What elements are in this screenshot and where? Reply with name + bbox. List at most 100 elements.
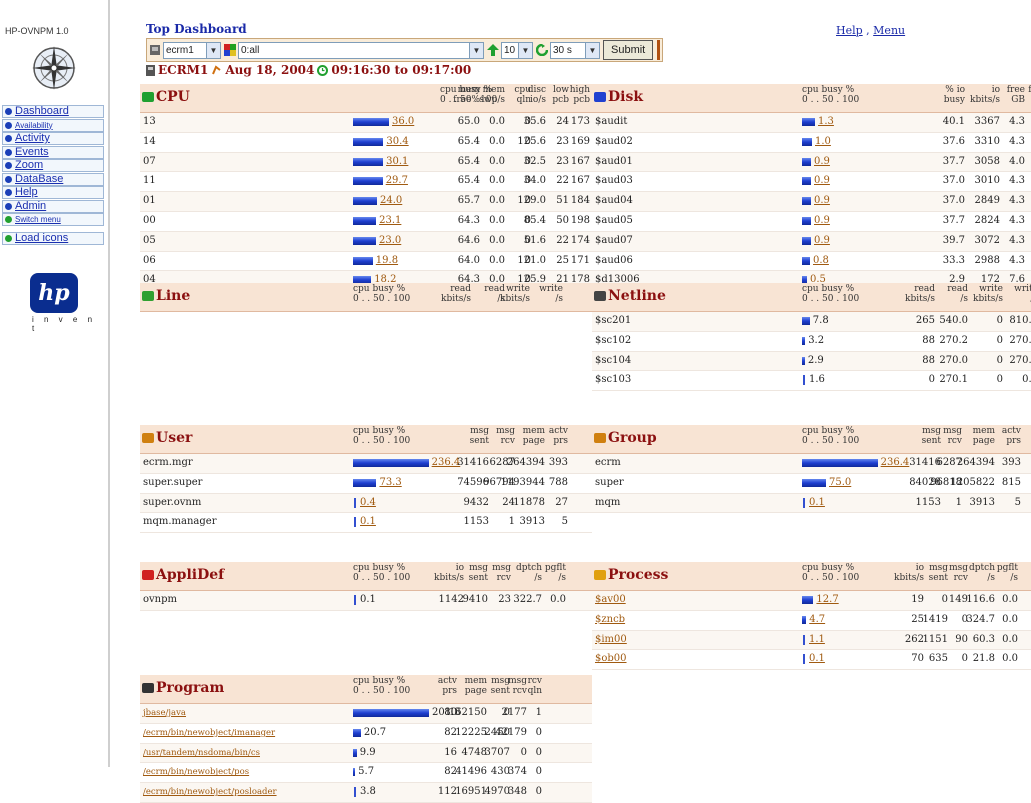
table-row[interactable]: /ecrm/bin/newobject/pos 5.7 82 41496 430 374 0 [140,763,592,784]
cpu-busy-value[interactable]: 36.0 [392,113,414,131]
row-name[interactable]: $av00 [595,591,626,609]
cpu-busy-value[interactable]: 236.4 [881,454,910,472]
cpu-busy-value[interactable]: 4.7 [809,611,825,629]
submit-button[interactable]: Submit [603,40,654,60]
cpu-busy-value[interactable]: 73.3 [379,474,401,492]
cpu-busy-value[interactable]: 0.9 [814,212,830,230]
table-row[interactable]: /ecrm/bin/newobject/posloader 3.8 112 16951… [140,783,592,803]
sidebar-item-admin[interactable]: Admin [2,199,104,213]
cpu-busy-value[interactable]: 0.1 [809,650,825,668]
sidebar-item-load-icons[interactable]: Load icons [2,232,104,245]
table-row[interactable]: super.super 73.3 74596 96794 1193944 788 [140,474,592,494]
sidebar-item-zoom[interactable]: Zoom [2,159,104,172]
interval-select[interactable]: 30 s ▼ [550,41,600,59]
row-name[interactable]: /ecrm/bin/newobject/pos [143,763,249,781]
cpu-busy-value[interactable]: 24.0 [380,192,402,210]
table-row[interactable]: $im00 1.1 262 1151 90 60.3 0.0 [592,630,1031,651]
cpu-busy-bar [802,459,878,467]
cpu-busy-bar [802,177,811,186]
row-cell: 50 [556,214,569,226]
row-cell: 0 [996,374,1003,386]
table-row[interactable]: 00 23.1 64.3 0.0 0 85.4 50 198 [140,212,592,232]
row-name[interactable]: /ecrm/bin/newobject/posloader [143,783,277,801]
sidebar-item-switch-menu[interactable]: Switch menu [2,213,104,226]
table-row[interactable]: $ob00 0.1 70 635 0 21.8 0.0 [592,650,1031,671]
table-row[interactable]: $aud060.833.329884.343999 [592,252,1031,272]
table-row[interactable]: $sc102 3.2 88 270.2 0 270.1 [592,332,1031,352]
table-row[interactable]: $zncb 4.7 25 1419 0 324.7 0.0 [592,611,1031,631]
table-row[interactable]: $aud010.937.730584.0153999 [592,152,1031,173]
cpu-busy-value[interactable]: 29.7 [386,172,408,190]
table-row[interactable]: $aud050.937.728244.343999 [592,212,1031,232]
cpu-busy-value[interactable]: 1.1 [809,631,825,649]
cpu-busy-value[interactable]: 0.1 [360,513,376,531]
sidebar-item-database[interactable]: DataBase [2,172,104,186]
table-row[interactable]: super 75.0 84028 96818 1205822 815 [592,474,1031,494]
table-row[interactable]: $sc201 7.8 265 540.0 0 810.0 [592,312,1031,332]
cpu-busy-value[interactable]: 30.1 [386,153,408,171]
system-select[interactable]: ecrm1 ▼ [163,41,221,59]
cpu-busy-value[interactable]: 19.8 [376,252,398,270]
row-name[interactable]: $zncb [595,611,625,629]
table-row[interactable]: 06 19.8 64.0 0.0 0 121.0 25 171 [140,252,592,272]
sidebar-item-help[interactable]: Help [2,186,104,199]
table-row[interactable]: $aud021.037.633104.343999 [592,133,1031,153]
table-row[interactable]: mqm 0.1 1153 1 3913 5 [592,493,1031,514]
table-row[interactable]: $sc104 2.9 88 270.0 0 270.0 [592,351,1031,372]
cpu-select[interactable]: 0:all ▼ [238,41,484,59]
sidebar-item-activity[interactable]: Activity [2,132,104,145]
cpu-busy-value[interactable]: 75.0 [829,474,851,492]
cpu-busy-value[interactable]: 30.4 [386,133,408,151]
cpu-busy-value[interactable]: 236.4 [432,454,461,472]
menu-link[interactable]: Menu [873,24,905,37]
table-row[interactable]: /ecrm/bin/newobject/imanager 20.7 82 12225 2… [140,724,592,744]
column-header: dptch/s [516,563,542,583]
table-row[interactable]: super.ovnm 0.4 9432 24 11878 27 [140,493,592,514]
sidebar-item-availability[interactable]: Availability [2,118,104,132]
cpu-busy-value[interactable]: 0.8 [813,252,829,270]
row-name[interactable]: /usr/tandem/nsdoma/bin/cs [143,744,260,762]
table-row[interactable]: $audit1.340.133674.342000 [592,113,1031,133]
cpu-busy-value[interactable]: 0.9 [814,232,830,250]
sidebar-item-dashboard[interactable]: Dashboard [2,105,104,118]
cpu-busy-value[interactable]: 0.9 [814,153,830,171]
table-row[interactable]: ovnpm 0.1 1142 9410 23 322.7 0.0 [140,591,592,611]
top-count-select[interactable]: 10 ▼ [501,41,533,59]
cpu-busy-value[interactable]: 0.4 [360,494,376,512]
help-link[interactable]: Help [836,24,863,37]
cpu-busy-tick [803,654,805,665]
cpu-busy-value[interactable]: 23.1 [379,212,401,230]
table-row[interactable]: $aud070.939.730724.343999 [592,231,1031,252]
column-header-line: sent [468,573,488,583]
table-row[interactable]: mqm.manager 0.1 1153 1 3913 5 [140,513,592,534]
row-cell: 1153 [915,496,941,508]
table-row[interactable]: $aud030.937.030104.334000 [592,172,1031,193]
table-row[interactable]: 14 30.4 65.4 0.0 0 125.6 23 169 [140,133,592,153]
table-row[interactable]: 07 30.1 65.4 0.0 0 32.5 23 167 [140,152,592,173]
table-row[interactable]: $av00 12.7 19 0 149 116.6 0.0 [592,591,1031,611]
table-row[interactable]: /usr/tandem/nsdoma/bin/cs 9.9 16 4748 3707 0 0 [140,743,592,764]
table-row[interactable]: $aud040.937.028494.334000 [592,192,1031,212]
table-row[interactable]: 13 36.0 65.0 0.0 0 35.6 24 173 [140,113,592,133]
cpu-busy-value[interactable]: 0.1 [809,494,825,512]
cpu-busy-value[interactable]: 12.7 [816,591,838,609]
table-row[interactable]: ecrm.mgr 236.4 31416 6287 264394 393 [140,454,592,474]
row-name[interactable]: $im00 [595,631,627,649]
sidebar-item-events[interactable]: Events [2,145,104,159]
table-row[interactable]: 05 23.0 64.6 0.0 0 51.6 22 174 [140,231,592,252]
table-row[interactable]: ecrm 236.4 31416 6287 264394 393 [592,454,1031,474]
cpu-busy-value[interactable]: 23.0 [379,232,401,250]
cpu-busy-value[interactable]: 0.9 [814,172,830,190]
table-row[interactable]: 01 24.0 65.7 0.0 0 129.0 51 184 [140,192,592,212]
row-name[interactable]: $ob00 [595,650,627,668]
row-cell: 0.0 [1002,613,1018,625]
cpu-busy-value[interactable]: 1.0 [815,133,831,151]
row-name[interactable]: /ecrm/bin/newobject/imanager [143,724,275,742]
cpu-busy-value[interactable]: 0.9 [814,192,830,210]
table-row[interactable]: jbase/java 201.3 80 162150 0 2177 1 [140,704,592,724]
table-row[interactable]: $sc103 1.6 0 270.1 0 0.0 [592,371,1031,392]
cpu-busy-value[interactable]: 1.3 [818,113,834,131]
table-row[interactable]: 11 29.7 65.4 0.0 0 34.0 22 167 [140,172,592,193]
panel-rows: $sc201 7.8 265 540.0 0 810.0 $sc102 3.2 88 270.2 0… [592,312,1031,392]
row-name[interactable]: jbase/java [143,704,186,722]
